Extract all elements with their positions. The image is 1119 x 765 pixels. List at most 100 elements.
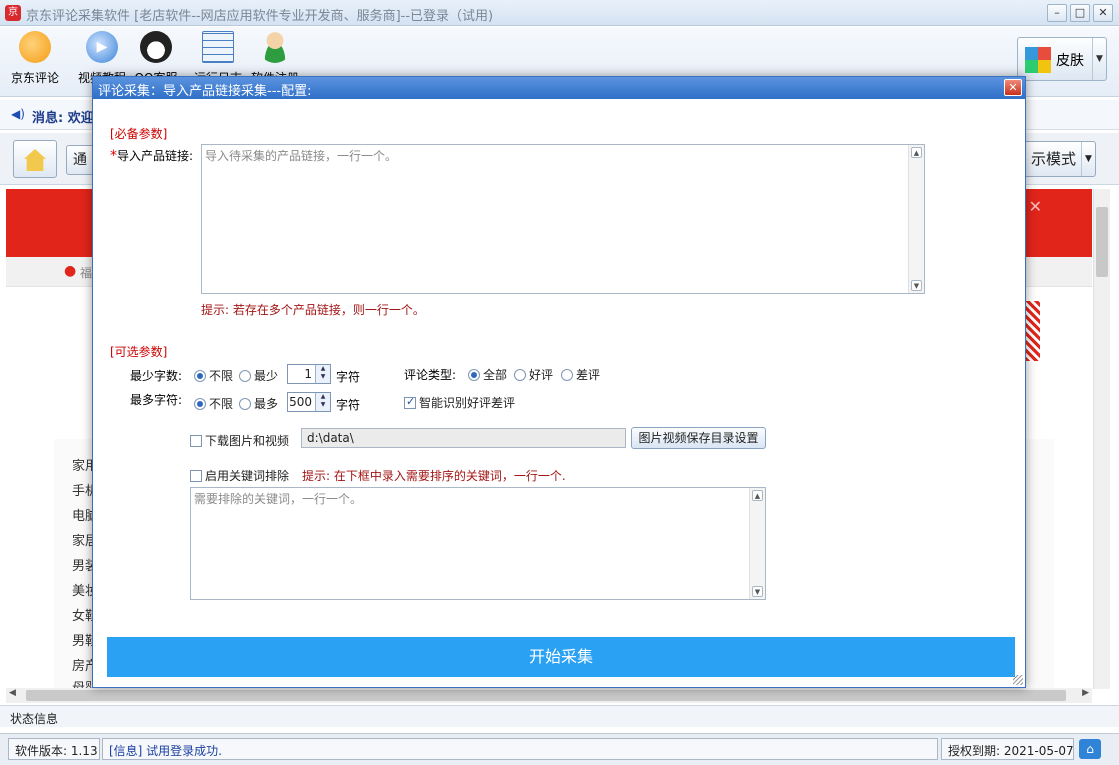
scroll-thumb[interactable] (26, 690, 1066, 701)
status-info-panel: 状态信息 (0, 705, 1119, 727)
scroll-left-icon[interactable]: ◀ (9, 688, 16, 698)
chars-unit: 字符 (336, 370, 361, 384)
link-label: *导入产品链接: (110, 147, 193, 164)
vertical-scrollbar[interactable] (1093, 189, 1110, 689)
qr-code (1026, 301, 1040, 361)
keyword-exclude-checkbox[interactable]: 启用关键词排除 (190, 467, 289, 484)
dialog-title: 评论采集：导入产品链接采集---配置: (98, 84, 312, 99)
window-title: 京东评论采集软件 [老店软件--网店应用软件专业开发商、服务商]--已登录（试用… (26, 9, 494, 24)
max-unlimited-radio[interactable]: 不限 (194, 395, 233, 412)
skin-button[interactable]: 皮肤 ▼ (1017, 37, 1107, 81)
display-mode-button[interactable]: 示模式 ▼ (1024, 141, 1096, 177)
type-good-radio[interactable]: 好评 (514, 366, 553, 383)
radio-icon (468, 368, 480, 381)
speaker-icon: ◀) (11, 107, 25, 121)
smart-detect-checkbox[interactable]: 智能识别好评差评 (404, 394, 515, 411)
radio-icon (194, 369, 206, 382)
keyword-textarea[interactable]: 需要排除的关键词，一行一个。 ▲ ▼ (190, 487, 766, 600)
checkbox-label: 下载图片和视频 (205, 434, 290, 448)
palette-icon (1025, 47, 1051, 73)
jd-comment-icon (19, 31, 51, 63)
scroll-down-icon[interactable]: ▼ (752, 586, 763, 597)
download-media-checkbox[interactable]: 下载图片和视频 (190, 432, 289, 449)
grid-icon (202, 31, 234, 63)
max-limit-radio[interactable]: 最多 (239, 395, 278, 412)
home-button[interactable] (13, 140, 57, 178)
min-limit-radio[interactable]: 最少 (239, 367, 278, 384)
license-expiry: 授权到期: 2021-05-07 (941, 738, 1074, 760)
radio-icon (194, 397, 206, 410)
toolbar-item-jd-comment[interactable]: 京东评论 (5, 31, 65, 86)
horizontal-scrollbar[interactable]: ◀ ▶ (6, 688, 1092, 703)
app-icon: 京 (5, 5, 21, 21)
save-path-field[interactable]: d:\data\ (301, 428, 626, 448)
chars-unit: 字符 (336, 398, 361, 412)
radio-icon (514, 368, 526, 381)
window-title-bar: 京 京东评论采集软件 [老店软件--网店应用软件专业开发商、服务商]--已登录（… (0, 0, 1119, 26)
type-all-radio[interactable]: 全部 (468, 366, 507, 383)
scroll-up-icon[interactable]: ▲ (911, 147, 922, 158)
optional-section-title: [可选参数] (110, 345, 168, 359)
radio-label: 不限 (209, 369, 234, 383)
play-icon: ▶ (86, 31, 118, 63)
min-chars-value: 1 (304, 367, 312, 381)
radio-icon (561, 368, 573, 381)
radio-label: 差评 (576, 368, 601, 382)
radio-label: 不限 (209, 397, 234, 411)
skin-label: 皮肤 (1056, 53, 1084, 69)
scroll-thumb[interactable] (1096, 207, 1108, 277)
min-chars-stepper[interactable]: 1 ▲ ▼ (287, 364, 331, 384)
max-chars-label: 最多字符: (130, 393, 183, 407)
qq-icon (140, 31, 172, 63)
status-bar: 软件版本: 1.13 [信息] 试用登录成功. 授权到期: 2021-05-07… (0, 733, 1119, 765)
dialog-close-button[interactable]: ✕ (1004, 79, 1022, 96)
keyword-placeholder: 需要排除的关键词，一行一个。 (194, 492, 363, 506)
message-text: 消息: 欢迎 (32, 107, 94, 126)
keyword-hint: 提示: 在下框中录入需要排序的关键词，一行一个. (302, 469, 566, 483)
stepper-arrows-icon[interactable]: ▲ ▼ (315, 393, 330, 411)
resize-grip-icon[interactable] (1013, 675, 1023, 685)
close-icon[interactable]: ✕ (1029, 197, 1042, 216)
user-icon (259, 31, 291, 63)
radio-label: 全部 (483, 368, 508, 382)
checkbox-icon (404, 395, 416, 409)
location-text: 福 (80, 266, 93, 280)
link-hint: 提示: 若存在多个产品链接，则一行一个。 (201, 303, 425, 317)
checkbox-icon (190, 434, 202, 447)
min-unlimited-radio[interactable]: 不限 (194, 367, 233, 384)
textarea-scrollbar[interactable]: ▲ ▼ (749, 488, 765, 599)
chevron-down-icon: ▼ (1081, 142, 1095, 176)
scroll-down-icon[interactable]: ▼ (911, 280, 922, 291)
info-message: [信息] 试用登录成功. (102, 738, 938, 760)
radio-label: 最少 (254, 369, 279, 383)
type-bad-radio[interactable]: 差评 (561, 366, 600, 383)
radio-icon (239, 397, 251, 410)
required-section-title: [必备参数] (110, 127, 168, 141)
start-collect-button[interactable]: 开始采集 (107, 637, 1015, 677)
comment-type-label: 评论类型: (404, 368, 457, 382)
radio-label: 好评 (529, 368, 554, 382)
checkbox-label: 启用关键词排除 (205, 469, 290, 483)
radio-icon (239, 369, 251, 382)
textarea-scrollbar[interactable]: ▲ ▼ (908, 145, 924, 293)
maximize-button[interactable]: □ (1070, 4, 1090, 22)
location-pin-icon: ● (64, 263, 77, 279)
product-link-textarea[interactable]: 导入待采集的产品链接，一行一个。 ▲ ▼ (201, 144, 925, 294)
max-chars-stepper[interactable]: 500 ▲ ▼ (287, 392, 331, 412)
status-info-label: 状态信息 (10, 712, 59, 726)
home-icon[interactable]: ⌂ (1079, 739, 1101, 759)
link-label-text: 导入产品链接: (117, 149, 194, 163)
scroll-right-icon[interactable]: ▶ (1082, 688, 1089, 698)
checkbox-label: 智能识别好评差评 (419, 396, 516, 410)
save-dir-button[interactable]: 图片视频保存目录设置 (631, 427, 766, 449)
message-content: 欢迎 (67, 111, 94, 126)
minimize-button[interactable]: – (1047, 4, 1067, 22)
dialog-title-bar: 评论采集：导入产品链接采集---配置: ✕ (93, 77, 1025, 99)
home-icon (24, 149, 46, 171)
stepper-arrows-icon[interactable]: ▲ ▼ (315, 365, 330, 383)
chevron-down-icon[interactable]: ▼ (1092, 38, 1106, 80)
close-button[interactable]: ✕ (1093, 4, 1113, 22)
scroll-up-icon[interactable]: ▲ (752, 490, 763, 501)
required-asterisk: * (110, 148, 117, 164)
toolbar-item-label: 京东评论 (10, 71, 59, 85)
